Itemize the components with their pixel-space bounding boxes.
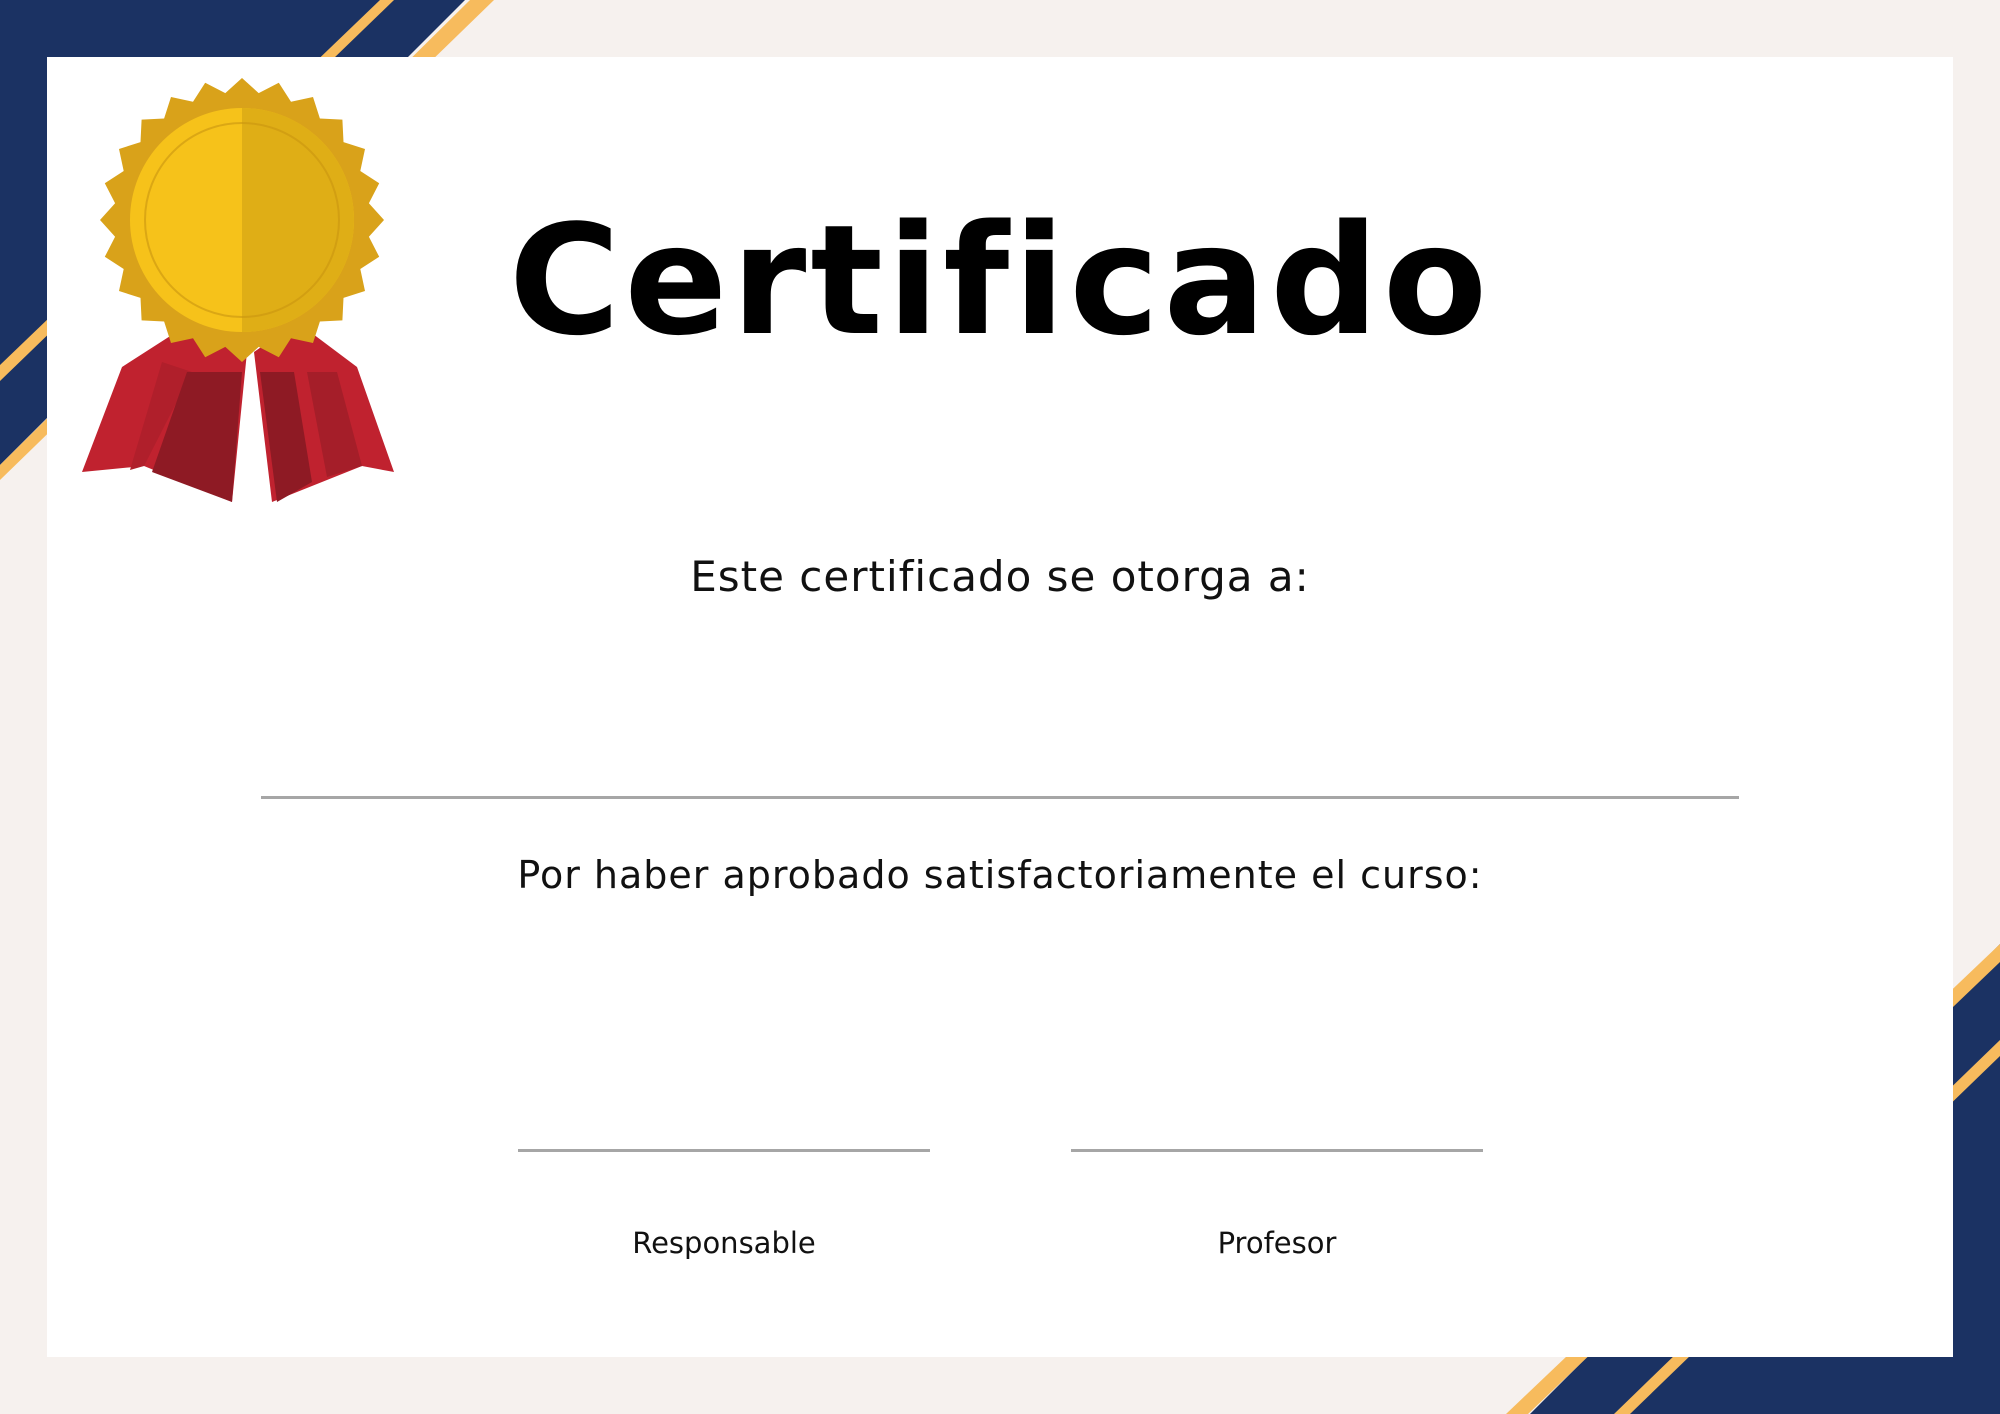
certificate-page: Certificado Este certificado se otorga a… [0, 0, 2000, 1414]
course-text: Por haber aprobado satisfactoriamente el… [517, 853, 1483, 897]
signature-line-responsable [518, 1149, 930, 1152]
awarded-to-text: Este certificado se otorga a: [690, 552, 1310, 601]
signature-label-responsable: Responsable [632, 1226, 816, 1260]
signature-label-profesor: Profesor [1217, 1226, 1337, 1260]
certificate-title: Certificado [508, 192, 1492, 369]
signature-line-profesor [1071, 1149, 1483, 1152]
recipient-name-line [261, 796, 1739, 799]
